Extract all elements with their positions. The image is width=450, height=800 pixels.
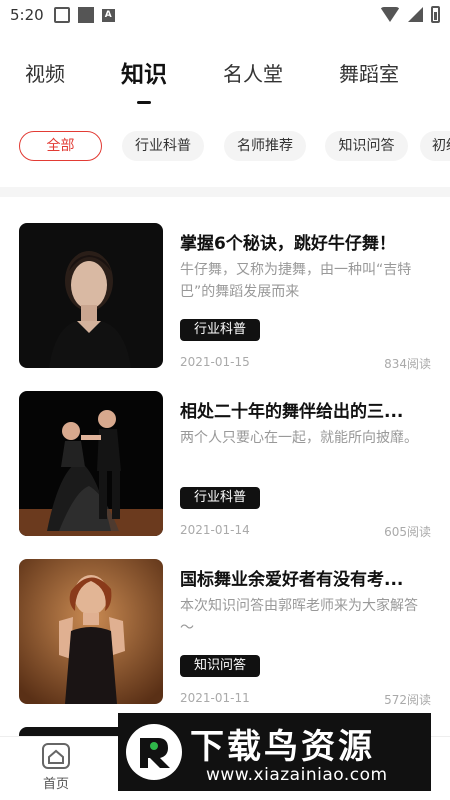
cube-icon — [53, 7, 70, 23]
status-bar: 5:20 A — [0, 0, 450, 30]
article-card[interactable]: 国标舞业余爱好者有没有考... 本次知识问答由郭晖老师来为大家解答～ 知识问答 … — [0, 559, 450, 707]
article-description: 两个人只要心在一起，就能所向披靡。 — [180, 430, 418, 446]
article-thumbnail — [19, 223, 163, 368]
chip-teacher-recommend[interactable]: 名师推荐 — [224, 131, 306, 161]
active-tab-indicator — [137, 101, 151, 104]
watermark-url: www.xiazainiao.com — [206, 765, 388, 785]
article-tag: 行业科普 — [180, 319, 261, 341]
chip-beginner[interactable]: 初级 — [420, 131, 450, 161]
chip-knowledge-qa[interactable]: 知识问答 — [325, 131, 408, 161]
a-badge-icon: A — [101, 8, 115, 22]
article-card[interactable]: 掌握6个秘诀，跳好牛仔舞！ 牛仔舞，又称为捷舞，由一种叫“吉特巴”的舞蹈发展而来… — [0, 223, 450, 371]
signal-icon — [408, 7, 423, 22]
wifi-icon — [380, 7, 400, 22]
top-tabs: 视频 知识 名人堂 舞蹈室 — [0, 50, 450, 110]
home-icon — [42, 743, 70, 769]
article-card[interactable]: 相处二十年的舞伴给出的三... 两个人只要心在一起，就能所向披靡。 行业科普 2… — [0, 391, 450, 539]
battery-icon — [431, 6, 440, 23]
article-description: 牛仔舞，又称为捷舞，由一种叫“吉特巴”的舞蹈发展而来 — [180, 262, 412, 300]
article-date: 2021-01-15 — [180, 355, 250, 369]
article-tag: 知识问答 — [180, 655, 261, 677]
square-icon — [77, 7, 94, 23]
nav-label-home: 首页 — [42, 777, 69, 792]
article-date: 2021-01-11 — [180, 691, 250, 705]
chip-industry-science[interactable]: 行业科普 — [122, 131, 204, 161]
article-views: 572阅读 — [384, 693, 431, 707]
nav-home[interactable]: 首页 — [16, 743, 96, 792]
tab-hall-of-fame[interactable]: 名人堂 — [223, 58, 283, 87]
chip-all[interactable]: 全部 — [19, 131, 102, 161]
status-time: 5:20 — [10, 6, 44, 24]
article-views: 834阅读 — [384, 357, 431, 371]
tab-knowledge[interactable]: 知识 — [121, 55, 167, 89]
tab-video[interactable]: 视频 — [25, 58, 65, 87]
category-chips: 全部 行业科普 名师推荐 知识问答 初级 — [0, 131, 450, 163]
article-title: 掌握6个秘诀，跳好牛仔舞！ — [180, 234, 396, 254]
article-thumbnail — [19, 559, 163, 704]
article-date: 2021-01-14 — [180, 523, 250, 537]
watermark-title: 下载鸟资源 — [190, 727, 375, 767]
watermark-banner: 下载鸟资源 www.xiazainiao.com — [118, 713, 431, 791]
article-title: 相处二十年的舞伴给出的三... — [180, 402, 404, 422]
article-description: 本次知识问答由郭晖老师来为大家解答～ — [180, 598, 418, 636]
article-views: 605阅读 — [384, 525, 431, 539]
bird-logo-icon — [126, 724, 182, 780]
article-thumbnail — [19, 391, 163, 536]
tab-dance-studio[interactable]: 舞蹈室 — [339, 58, 399, 87]
article-title: 国标舞业余爱好者有没有考... — [180, 570, 404, 590]
article-tag: 行业科普 — [180, 487, 261, 509]
section-divider — [0, 187, 450, 197]
